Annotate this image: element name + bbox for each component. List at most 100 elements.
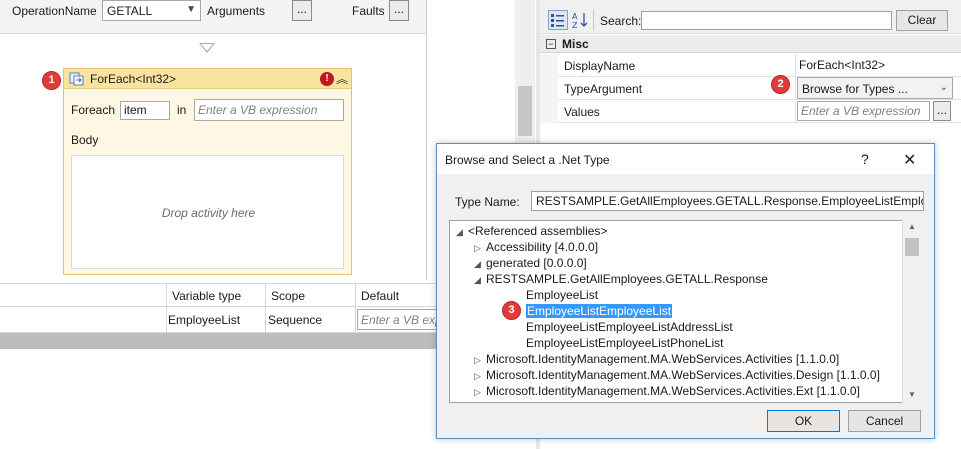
foreach-in-label: in	[177, 103, 187, 117]
cancel-button[interactable]: Cancel	[848, 410, 921, 432]
tree-scroll-thumb[interactable]	[905, 238, 919, 256]
tree-node-label: Microsoft.IdentityManagement.MA.WebServi…	[486, 368, 880, 382]
scope-cell[interactable]: Sequence	[268, 313, 322, 327]
tree-node[interactable]: ▷ Microsoft.IdentityManagement.MA.WebServ…	[474, 368, 880, 384]
misc-category-header[interactable]: − Misc	[540, 35, 961, 53]
tree-node[interactable]: EmployeeList	[526, 288, 598, 304]
tree-node-label: Accessibility [4.0.0.0]	[486, 240, 599, 254]
displayname-value[interactable]: ForEach<Int32>	[799, 58, 885, 72]
tree-node[interactable]: ◢ generated [0.0.0.0]	[474, 256, 587, 272]
tree-node[interactable]: EmployeeListEmployeeListPhoneList	[526, 336, 723, 352]
body-drop-area[interactable]: Drop activity here	[71, 155, 344, 269]
browse-type-dialog: Browse and Select a .Net Type ? ✕ Type N…	[436, 143, 935, 439]
property-row-typeargument[interactable]: TypeArgument Browse for Types ... ⌄	[540, 77, 961, 100]
tree-node[interactable]: ▷ Microsoft.IdentityManagement.MA.WebServ…	[474, 352, 839, 368]
categorized-view-button[interactable]	[548, 10, 568, 30]
tree-node[interactable]: ▷ Microsoft.IdentityManagement.MA.WebServ…	[474, 384, 860, 400]
faults-label: Faults	[352, 4, 385, 18]
clear-button[interactable]: Clear	[896, 10, 948, 31]
scroll-up-icon[interactable]: ▲	[908, 222, 916, 231]
col-default[interactable]: Default	[361, 289, 399, 303]
variables-grid-header: Variable type Scope Default	[0, 283, 438, 307]
column-divider	[795, 100, 796, 123]
foreach-item-input[interactable]: item	[120, 101, 170, 120]
grid-scrollbar[interactable]	[0, 333, 438, 349]
foreach-activity[interactable]: ForEach<Int32> ! ︽ Foreach item in Enter…	[63, 68, 352, 275]
default-value-input[interactable]: Enter a VB expression	[357, 309, 438, 330]
type-name-label: Type Name:	[455, 195, 520, 209]
variable-type-cell[interactable]: EmployeeList	[168, 313, 240, 327]
foreach-title: ForEach<Int32>	[90, 72, 177, 86]
properties-panel: A Z Search: Clear − Misc DisplayName For…	[540, 0, 961, 126]
table-row[interactable]: EmployeeList Sequence Enter a VB express…	[0, 307, 438, 333]
row-gutter	[540, 77, 558, 100]
ok-button[interactable]: OK	[767, 410, 840, 432]
values-expression-input[interactable]: Enter a VB expression	[797, 101, 930, 121]
tree-node[interactable]: EmployeeListEmployeeListAddressList	[526, 320, 733, 336]
tree-node[interactable]: EmployeeListEmployeeList	[526, 304, 673, 320]
sort-alpha-icon: A Z	[572, 12, 588, 30]
callout-badge-2: 2	[771, 75, 790, 94]
tree-node-label: RESTSAMPLE.GetAllEmployees.GETALL.Respon…	[486, 272, 768, 286]
operation-name-dropdown[interactable]: GETALL ▼	[102, 0, 201, 21]
property-name: TypeArgument	[564, 82, 643, 96]
collapsed-triangle-icon[interactable]: ▷	[474, 355, 486, 366]
expanded-triangle-icon[interactable]: ◢	[474, 275, 486, 286]
tree-node[interactable]: ◢ RESTSAMPLE.GetAllEmployees.GETALL.Respo…	[474, 272, 768, 288]
body-label: Body	[71, 133, 99, 147]
column-divider	[795, 77, 796, 100]
tree-node-label: Microsoft.IdentityManagement.MA.WebServi…	[486, 352, 840, 366]
tree-node-label: EmployeeList	[526, 288, 599, 302]
operation-name-label: OperationName	[12, 4, 97, 18]
column-divider	[355, 283, 356, 333]
collapse-minus-icon[interactable]: −	[546, 39, 556, 49]
faults-button[interactable]: ...	[389, 0, 409, 21]
drop-target-triangle-icon[interactable]	[199, 43, 215, 53]
property-row-values[interactable]: Values Enter a VB expression ...	[540, 100, 961, 123]
foreach-values-input[interactable]: Enter a VB expression	[194, 99, 344, 121]
collapse-chevron-icon[interactable]: ︽	[336, 70, 348, 87]
scroll-down-icon[interactable]: ▼	[908, 390, 916, 399]
col-variable-type[interactable]: Variable type	[172, 289, 241, 303]
row-gutter	[540, 100, 558, 123]
tree-node-label: Microsoft.IdentityManagement.MA.WebServi…	[486, 384, 860, 398]
property-name: Values	[564, 105, 600, 119]
properties-toolbar: A Z Search: Clear	[540, 0, 961, 34]
property-search-input[interactable]	[641, 11, 892, 30]
svg-text:A: A	[572, 12, 578, 21]
close-icon[interactable]: ✕	[903, 150, 916, 170]
dialog-title-bar[interactable]: Browse and Select a .Net Type ? ✕	[437, 144, 934, 174]
tree-node-label: EmployeeListEmployeeListAddressList	[526, 320, 733, 334]
categorized-icon	[551, 14, 564, 27]
toolbar-divider	[593, 9, 594, 31]
chevron-down-icon: ▼	[186, 4, 196, 15]
type-name-input[interactable]: RESTSAMPLE.GetAllEmployees.GETALL.Respon…	[531, 191, 924, 211]
expanded-triangle-icon[interactable]: ◢	[474, 259, 486, 270]
alphabetical-view-button[interactable]: A Z	[570, 10, 590, 30]
expanded-triangle-icon[interactable]: ◢	[456, 227, 468, 238]
drop-activity-hint: Drop activity here	[161, 206, 256, 220]
misc-category-label: Misc	[562, 37, 589, 51]
col-scope[interactable]: Scope	[271, 289, 305, 303]
tree-node-label: EmployeeListEmployeeListPhoneList	[526, 336, 724, 350]
foreach-header[interactable]: ForEach<Int32> ! ︽	[64, 69, 351, 89]
designer-scroll-thumb[interactable]	[518, 86, 532, 136]
values-ellipsis-button[interactable]: ...	[933, 101, 951, 121]
column-divider	[265, 283, 266, 333]
arguments-button[interactable]: ...	[292, 0, 312, 21]
search-label: Search:	[600, 14, 642, 28]
foreach-label: Foreach	[71, 103, 116, 117]
collapsed-triangle-icon[interactable]: ▷	[474, 243, 486, 254]
help-icon[interactable]: ?	[861, 151, 869, 167]
collapsed-triangle-icon[interactable]: ▷	[474, 387, 486, 398]
svg-text:Z: Z	[572, 21, 578, 30]
collapsed-triangle-icon[interactable]: ▷	[474, 371, 486, 382]
tree-node[interactable]: ▷ Accessibility [4.0.0.0]	[474, 240, 598, 256]
tree-node-label: EmployeeListEmployeeList	[526, 304, 673, 318]
property-row-displayname[interactable]: DisplayName ForEach<Int32>	[540, 54, 961, 77]
typeargument-value: Browse for Types ...	[802, 82, 908, 96]
callout-badge-3: 3	[502, 301, 521, 320]
tree-node[interactable]: ◢ <Referenced assemblies>	[456, 224, 607, 240]
error-icon[interactable]: !	[320, 72, 334, 86]
typeargument-dropdown[interactable]: Browse for Types ... ⌄	[797, 77, 953, 99]
